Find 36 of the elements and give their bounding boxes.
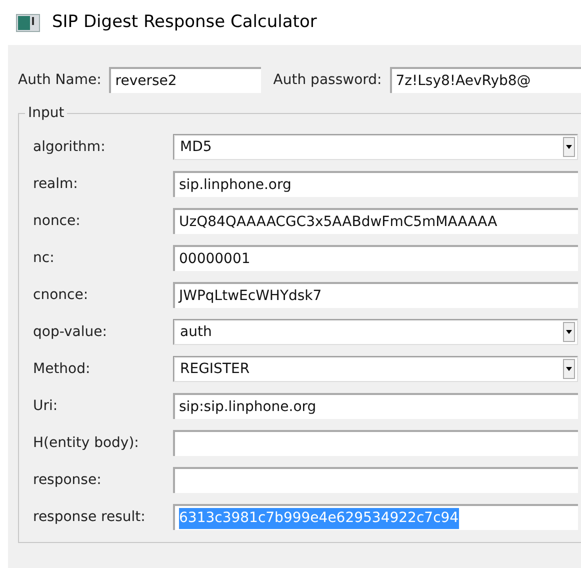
field-label: nonce: <box>33 212 82 230</box>
text-field[interactable]: sip:sip.linphone.org <box>173 393 578 419</box>
field-label: Auth password: <box>273 70 382 90</box>
field-label: H(entity body): <box>33 434 140 452</box>
text-field[interactable]: sip.linphone.org <box>173 171 578 197</box>
field-label: response result: <box>33 508 146 526</box>
field-label: algorithm: <box>33 138 106 156</box>
text-field[interactable]: JWPqLtwEcWHYdsk7 <box>173 282 578 308</box>
text-field[interactable]: UzQ84QAAAACGC3x5AABdwFmC5mMAAAAA <box>173 208 578 234</box>
text-field[interactable] <box>173 430 578 456</box>
text-field[interactable]: reverse2 <box>109 67 262 93</box>
field-label: Auth Name: <box>18 70 102 90</box>
field-value: sip.linphone.org <box>179 176 292 194</box>
field-label: qop-value: <box>33 322 108 342</box>
dropdown[interactable]: REGISTER <box>173 356 578 382</box>
field-value: REGISTER <box>180 360 250 378</box>
field-value: sip:sip.linphone.org <box>179 398 316 416</box>
field-label: response: <box>33 470 102 490</box>
window-title: SIP Digest Response Calculator <box>52 10 317 34</box>
dropdown[interactable]: auth <box>173 319 578 345</box>
app-icon <box>16 14 40 32</box>
text-field[interactable] <box>173 467 578 493</box>
password-field[interactable]: 7z!Lsy8!AevRyb8@ <box>390 67 581 93</box>
field-label: realm: <box>33 174 79 194</box>
field-label: Uri: <box>33 396 59 416</box>
field-value: JWPqLtwEcWHYdsk7 <box>179 286 322 306</box>
field-label: Method: <box>33 360 92 378</box>
field-value: MD5 <box>180 138 212 156</box>
field-value: 6313c3981c7b999e4e629534922c7c94 <box>179 508 459 528</box>
field-value: UzQ84QAAAACGC3x5AABdwFmC5mMAAAAA <box>179 212 498 232</box>
field-label: nc: <box>33 248 56 268</box>
dropdown[interactable]: MD5 <box>173 134 578 160</box>
field-value: 00000001 <box>179 250 250 268</box>
field-value: auth <box>180 322 212 342</box>
text-field[interactable]: 00000001 <box>173 245 578 271</box>
field-label: cnonce: <box>33 286 90 304</box>
